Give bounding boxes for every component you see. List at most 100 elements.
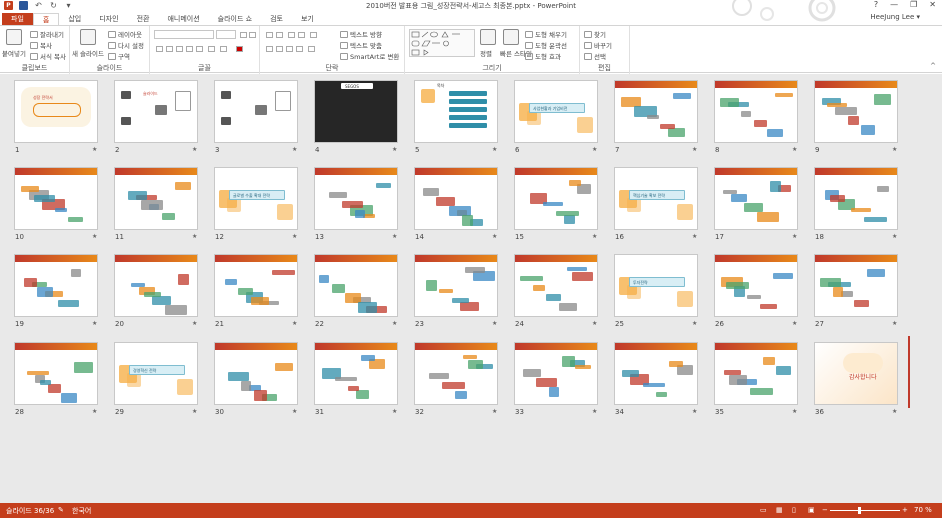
transition-star-icon[interactable]: ★ [892, 320, 897, 327]
slide-thumbnail[interactable] [214, 80, 298, 143]
cut-button[interactable]: 잘라내기 [30, 29, 64, 39]
slide-thumbnail[interactable]: 감사합니다 [814, 342, 898, 405]
transition-star-icon[interactable]: ★ [792, 146, 797, 153]
transition-star-icon[interactable]: ★ [92, 233, 97, 240]
bold-icon[interactable] [156, 46, 163, 52]
bullets-icon[interactable] [266, 32, 273, 38]
slide-thumbnail[interactable] [414, 342, 498, 405]
transition-star-icon[interactable]: ★ [892, 146, 897, 153]
copy-button[interactable]: 복사 [30, 40, 52, 50]
slide-thumbnail[interactable] [14, 167, 98, 230]
slideshow-view-icon[interactable]: ▣ [808, 506, 815, 514]
zoom-in-icon[interactable]: + [902, 506, 908, 514]
slide-thumbnail[interactable]: 사업현황과 기업비전 [514, 80, 598, 143]
transition-star-icon[interactable]: ★ [192, 408, 197, 415]
transition-star-icon[interactable]: ★ [192, 233, 197, 240]
text-direction-button[interactable]: 텍스트 방향 [340, 29, 382, 39]
transition-star-icon[interactable]: ★ [392, 233, 397, 240]
slide-thumbnail[interactable] [714, 80, 798, 143]
tab-home[interactable]: 홈 [32, 13, 60, 25]
columns-icon[interactable] [308, 46, 315, 52]
maximize-button[interactable]: ❐ [910, 0, 917, 9]
line-spacing-icon[interactable] [310, 32, 317, 38]
arrange-icon[interactable] [480, 29, 496, 45]
tab-view[interactable]: 보기 [292, 13, 323, 25]
slide-thumbnail[interactable] [314, 167, 398, 230]
spelling-icon[interactable]: ✎ [58, 506, 64, 514]
slide-thumbnail[interactable] [814, 254, 898, 317]
slide-thumbnail[interactable] [714, 167, 798, 230]
slide-thumbnail[interactable] [214, 254, 298, 317]
paste-icon[interactable] [6, 29, 22, 45]
grow-font-icon[interactable] [240, 32, 247, 38]
transition-star-icon[interactable]: ★ [692, 320, 697, 327]
slide-thumbnail[interactable] [114, 254, 198, 317]
slide-thumbnail[interactable] [314, 254, 398, 317]
tab-insert[interactable]: 삽입 [59, 13, 90, 25]
slide-thumbnail[interactable] [514, 254, 598, 317]
slide-thumbnail[interactable]: SEGOS [314, 80, 398, 143]
tab-animations[interactable]: 애니메이션 [158, 13, 208, 25]
align-center-icon[interactable] [276, 46, 283, 52]
format-painter-button[interactable]: 서식 복사 [30, 51, 66, 61]
font-color-icon[interactable] [236, 46, 243, 52]
close-button[interactable]: ✕ [929, 0, 936, 9]
transition-star-icon[interactable]: ★ [692, 146, 697, 153]
slide-thumbnail[interactable]: 투자전략 [614, 254, 698, 317]
slide-thumbnail[interactable] [114, 167, 198, 230]
slide-thumbnail[interactable]: 글로벌 수출 확대 전략 [214, 167, 298, 230]
slide-thumbnail[interactable] [814, 80, 898, 143]
italic-icon[interactable] [166, 46, 173, 52]
transition-star-icon[interactable]: ★ [292, 320, 297, 327]
transition-star-icon[interactable]: ★ [692, 408, 697, 415]
transition-star-icon[interactable]: ★ [392, 408, 397, 415]
slide-thumbnail[interactable] [614, 80, 698, 143]
shrink-font-icon[interactable] [249, 32, 256, 38]
transition-star-icon[interactable]: ★ [792, 408, 797, 415]
transition-star-icon[interactable]: ★ [592, 146, 597, 153]
tab-review[interactable]: 검토 [261, 13, 292, 25]
transition-star-icon[interactable]: ★ [892, 233, 897, 240]
align-right-icon[interactable] [286, 46, 293, 52]
transition-star-icon[interactable]: ★ [92, 146, 97, 153]
slide-thumbnail[interactable] [314, 342, 398, 405]
quick-styles-icon[interactable] [503, 29, 519, 45]
transition-star-icon[interactable]: ★ [492, 233, 497, 240]
char-spacing-icon[interactable] [208, 46, 215, 52]
transition-star-icon[interactable]: ★ [492, 146, 497, 153]
section-button[interactable]: 구역 [108, 51, 130, 61]
vertical-scrollbar[interactable] [908, 336, 910, 408]
zoom-slider[interactable] [830, 510, 900, 511]
slide-thumbnail[interactable]: 성장 전략서 [14, 80, 98, 143]
new-slide-icon[interactable] [80, 29, 96, 45]
transition-star-icon[interactable]: ★ [592, 233, 597, 240]
shape-effects-button[interactable]: 도형 효과 [525, 51, 561, 61]
layout-button[interactable]: 레이아웃 [108, 29, 142, 39]
decrease-indent-icon[interactable] [288, 32, 295, 38]
tab-slideshow[interactable]: 슬라이드 쇼 [209, 13, 261, 25]
find-button[interactable]: 찾기 [584, 29, 606, 39]
transition-star-icon[interactable]: ★ [292, 233, 297, 240]
arrange-button[interactable]: 정렬 [480, 48, 492, 58]
slide-thumbnail[interactable] [214, 342, 298, 405]
change-case-icon[interactable] [220, 46, 227, 52]
slide-thumbnail[interactable] [414, 254, 498, 317]
slide-thumbnail[interactable]: 슬라이드 [114, 80, 198, 143]
transition-star-icon[interactable]: ★ [192, 146, 197, 153]
transition-star-icon[interactable]: ★ [592, 320, 597, 327]
tab-design[interactable]: 디자인 [90, 13, 127, 25]
reset-button[interactable]: 다시 설정 [108, 40, 144, 50]
transition-star-icon[interactable]: ★ [292, 146, 297, 153]
paste-button[interactable]: 붙여넣기 [2, 48, 26, 58]
transition-star-icon[interactable]: ★ [292, 408, 297, 415]
slide-thumbnail[interactable] [514, 167, 598, 230]
slide-thumbnail[interactable]: 핵심기술 확보 전략 [614, 167, 698, 230]
reading-view-icon[interactable]: ▯ [792, 506, 796, 514]
replace-button[interactable]: 바꾸기 [584, 40, 612, 50]
transition-star-icon[interactable]: ★ [192, 320, 197, 327]
normal-view-icon[interactable]: ▭ [760, 506, 767, 514]
transition-star-icon[interactable]: ★ [692, 233, 697, 240]
increase-indent-icon[interactable] [298, 32, 305, 38]
slide-thumbnail[interactable] [714, 254, 798, 317]
justify-icon[interactable] [296, 46, 303, 52]
